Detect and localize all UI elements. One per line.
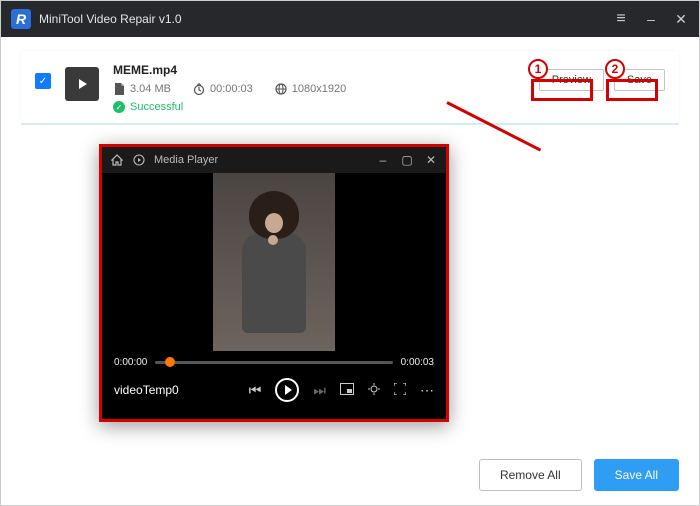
row-divider bbox=[21, 123, 679, 125]
mini-player-icon[interactable] bbox=[340, 382, 354, 398]
player-close-icon[interactable]: ✕ bbox=[424, 153, 438, 167]
progress-bar[interactable] bbox=[155, 361, 392, 364]
player-video-area[interactable] bbox=[102, 173, 446, 351]
progress-handle[interactable] bbox=[165, 357, 175, 367]
file-resolution: 1080x1920 bbox=[275, 83, 346, 95]
player-controls: 0:00:00 0:00:03 videoTemp0 ⏮ ⏭ ⋯ bbox=[102, 351, 446, 410]
close-icon[interactable]: ✕ bbox=[673, 11, 689, 28]
resolution-icon bbox=[275, 83, 287, 95]
video-subject bbox=[234, 191, 314, 341]
play-triangle-icon bbox=[285, 385, 292, 395]
video-frame bbox=[213, 173, 335, 351]
status-text: Successful bbox=[130, 101, 183, 113]
video-name: videoTemp0 bbox=[114, 383, 179, 397]
remove-all-button[interactable]: Remove All bbox=[479, 459, 582, 491]
annotation-marker-2: 2 bbox=[605, 59, 625, 79]
media-player-window: Media Player – ▢ ✕ 0:00:00 0:00:03 video… bbox=[99, 144, 449, 422]
title-bar: R MiniTool Video Repair v1.0 ≡ – ✕ bbox=[1, 1, 699, 37]
app-title: MiniTool Video Repair v1.0 bbox=[39, 12, 613, 26]
player-title: Media Player bbox=[154, 154, 218, 166]
save-all-button[interactable]: Save All bbox=[594, 459, 679, 491]
file-icon bbox=[113, 83, 125, 95]
player-title-bar: Media Player – ▢ ✕ bbox=[102, 147, 446, 173]
file-size: 3.04 MB bbox=[113, 83, 171, 95]
file-checkbox[interactable]: ✓ bbox=[35, 73, 51, 89]
time-end: 0:00:03 bbox=[401, 357, 434, 368]
file-duration: 00:00:03 bbox=[193, 83, 253, 95]
play-button[interactable] bbox=[275, 378, 299, 402]
file-actions: Preview Save bbox=[539, 63, 665, 91]
minimize-icon[interactable]: – bbox=[643, 11, 659, 27]
progress-row: 0:00:00 0:00:03 bbox=[114, 357, 434, 368]
clock-icon bbox=[193, 83, 205, 95]
prev-track-icon[interactable]: ⏮ bbox=[249, 382, 262, 399]
file-meta: 3.04 MB 00:00:03 1080x1920 bbox=[113, 83, 525, 95]
home-icon[interactable] bbox=[110, 153, 124, 167]
next-track-icon[interactable]: ⏭ bbox=[313, 382, 326, 399]
preview-button[interactable]: Preview bbox=[539, 69, 604, 91]
player-play-icon bbox=[132, 153, 146, 167]
player-minimize-icon[interactable]: – bbox=[376, 153, 390, 167]
window-controls: ≡ – ✕ bbox=[613, 10, 689, 28]
player-maximize-icon[interactable]: ▢ bbox=[400, 153, 414, 167]
app-logo-icon: R bbox=[11, 9, 31, 29]
content-area: ✓ MEME.mp4 3.04 MB 00:00:03 bbox=[1, 37, 699, 123]
file-info: MEME.mp4 3.04 MB 00:00:03 bbox=[113, 63, 525, 113]
more-icon[interactable]: ⋯ bbox=[420, 382, 434, 399]
file-size-value: 3.04 MB bbox=[130, 83, 171, 95]
file-row: ✓ MEME.mp4 3.04 MB 00:00:03 bbox=[21, 51, 679, 123]
file-name: MEME.mp4 bbox=[113, 63, 525, 77]
success-icon: ✓ bbox=[113, 101, 125, 113]
file-thumbnail bbox=[65, 67, 99, 101]
file-resolution-value: 1080x1920 bbox=[292, 83, 346, 95]
file-duration-value: 00:00:03 bbox=[210, 83, 253, 95]
footer-actions: Remove All Save All bbox=[479, 459, 679, 491]
fullscreen-icon[interactable] bbox=[394, 382, 406, 398]
time-current: 0:00:00 bbox=[114, 357, 147, 368]
brightness-icon[interactable] bbox=[368, 382, 380, 398]
play-icon bbox=[79, 79, 87, 89]
check-icon: ✓ bbox=[39, 76, 47, 87]
annotation-marker-1: 1 bbox=[528, 59, 548, 79]
menu-icon[interactable]: ≡ bbox=[613, 10, 629, 28]
